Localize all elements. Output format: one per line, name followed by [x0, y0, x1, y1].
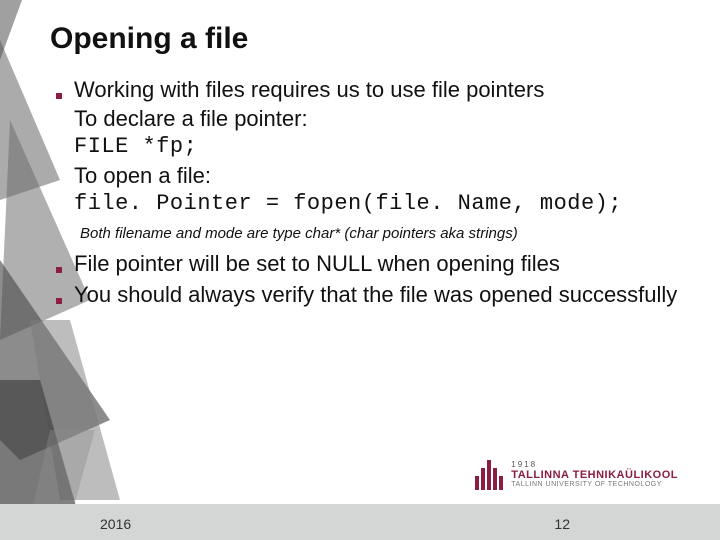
slide-content: Opening a file Working with files requir… [0, 0, 720, 309]
bullet-item: File pointer will be set to NULL when op… [56, 250, 690, 279]
footer-bar: 2016 12 [0, 504, 720, 540]
university-logo: 1918 TALLINNA TEHNIKAÜLIKOOL TALLINN UNI… [475, 460, 678, 490]
bullet-text: You should always verify that the file w… [74, 281, 677, 310]
footer-page: 12 [554, 516, 570, 532]
logo-bars-icon [475, 460, 503, 490]
bullet-marker [56, 250, 74, 278]
bullet-marker [56, 76, 74, 104]
bullet-marker [56, 281, 74, 309]
slide-title: Opening a file [50, 22, 690, 56]
bullet-text: File pointer will be set to NULL when op… [74, 250, 560, 279]
code-line: file. Pointer = fopen(file. Name, mode); [74, 190, 622, 219]
bullet-text: Working with files requires us to use fi… [74, 76, 622, 219]
slide-body: Working with files requires us to use fi… [50, 76, 690, 309]
bullet-item: You should always verify that the file w… [56, 281, 690, 310]
body-line: Working with files requires us to use fi… [74, 76, 622, 105]
body-line: To declare a file pointer: [74, 105, 622, 134]
bullet-item: Working with files requires us to use fi… [56, 76, 690, 219]
code-line: FILE *fp; [74, 133, 622, 162]
logo-main: TALLINNA TEHNIKAÜLIKOOL [511, 470, 678, 482]
body-line: To open a file: [74, 162, 622, 191]
note-text: Both filename and mode are type char* (c… [80, 225, 690, 242]
footer-year: 2016 [100, 516, 131, 532]
logo-text: 1918 TALLINNA TEHNIKAÜLIKOOL TALLINN UNI… [511, 461, 678, 488]
logo-sub: TALLINN UNIVERSITY OF TECHNOLOGY [511, 481, 678, 488]
